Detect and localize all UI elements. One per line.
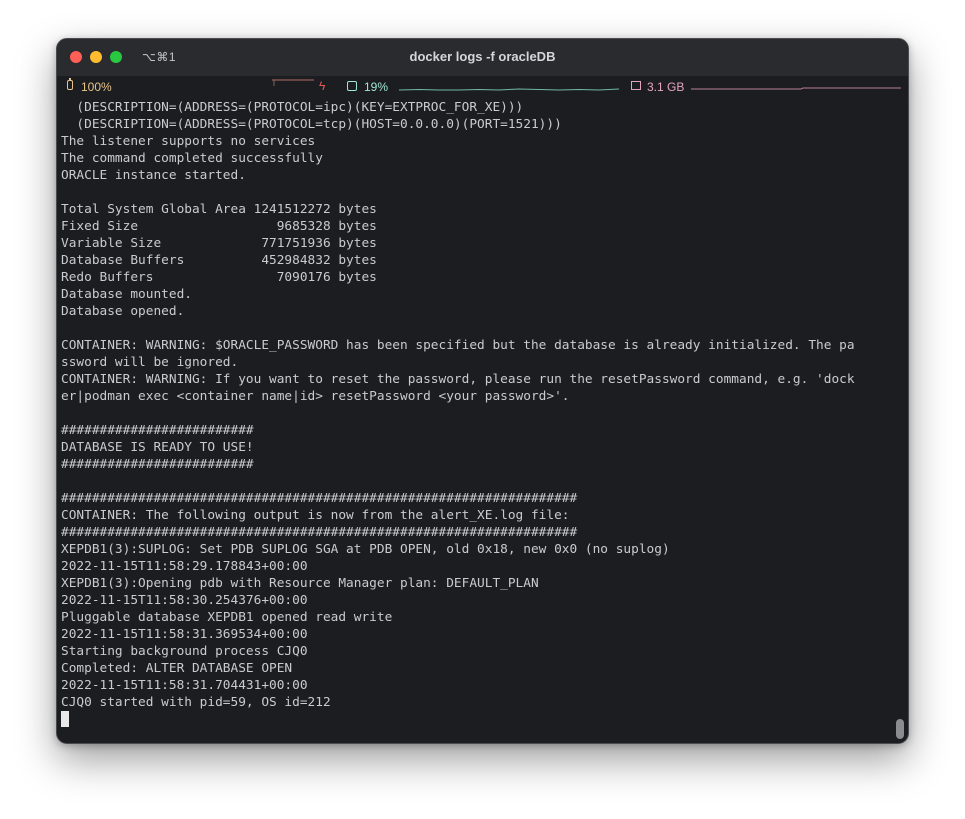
memory-usage: 3.1 GB xyxy=(647,80,685,94)
battery-icon xyxy=(67,78,73,90)
status-bar: 100% ϟ 19% 3.1 GB xyxy=(57,76,908,98)
terminal-line: CONTAINER: WARNING: $ORACLE_PASSWORD has… xyxy=(61,338,855,353)
terminal-line: 2022-11-15T11:58:31.369534+00:00 xyxy=(61,627,308,642)
terminal-line: XEPDB1(3):Opening pdb with Resource Mana… xyxy=(61,576,539,591)
terminal-line: ######################### xyxy=(61,457,254,472)
terminal-line: Fixed Size 9685328 bytes xyxy=(61,219,377,234)
terminal-line: Total System Global Area 1241512272 byte… xyxy=(61,202,377,217)
terminal-line: ssword will be ignored. xyxy=(61,355,239,370)
terminal-line: XEPDB1(3):SUPLOG: Set PDB SUPLOG SGA at … xyxy=(61,542,670,557)
terminal-line: The listener supports no services xyxy=(61,134,316,149)
scrollbar[interactable] xyxy=(896,101,904,741)
cpu-usage: 19% xyxy=(364,80,389,94)
terminal-output[interactable]: (DESCRIPTION=(ADDRESS=(PROTOCOL=ipc)(KEY… xyxy=(61,99,891,739)
terminal-line: Starting background process CJQ0 xyxy=(61,644,308,659)
terminal-line: CONTAINER: The following output is now f… xyxy=(61,508,570,523)
scrollbar-thumb[interactable] xyxy=(896,719,904,739)
terminal-line: er|podman exec <container name|id> reset… xyxy=(61,389,570,404)
battery-sparkline xyxy=(272,79,314,86)
terminal-line: ORACLE instance started. xyxy=(61,168,246,183)
terminal-line: 2022-11-15T11:58:31.704431+00:00 xyxy=(61,678,308,693)
cpu-sparkline xyxy=(399,88,619,91)
terminal-line: 2022-11-15T11:58:30.254376+00:00 xyxy=(61,593,308,608)
terminal-window: ⌥⌘1 docker logs -f oracleDB 100% ϟ 19% 3… xyxy=(56,38,909,744)
terminal-line: ########################################… xyxy=(61,491,578,506)
window-title: docker logs -f oracleDB xyxy=(409,49,556,64)
terminal-log: (DESCRIPTION=(ADDRESS=(PROTOCOL=ipc)(KEY… xyxy=(61,99,891,729)
terminal-line: Database opened. xyxy=(61,304,185,319)
terminal-line: (DESCRIPTION=(ADDRESS=(PROTOCOL=tcp)(HOS… xyxy=(61,117,562,132)
terminal-line: CJQ0 started with pid=59, OS id=212 xyxy=(61,695,331,710)
terminal-line: Pluggable database XEPDB1 opened read wr… xyxy=(61,610,393,625)
terminal-line: CONTAINER: WARNING: If you want to reset… xyxy=(61,372,855,387)
terminal-line: Redo Buffers 7090176 bytes xyxy=(61,270,377,285)
battery-level: 100% xyxy=(81,80,112,94)
memory-icon xyxy=(631,81,641,90)
title-bar[interactable]: ⌥⌘1 docker logs -f oracleDB xyxy=(57,39,908,76)
text-cursor xyxy=(61,711,69,727)
bolt-icon: ϟ xyxy=(319,79,326,93)
terminal-line: Variable Size 771751936 bytes xyxy=(61,236,377,251)
terminal-line: (DESCRIPTION=(ADDRESS=(PROTOCOL=ipc)(KEY… xyxy=(61,100,524,115)
terminal-line: Database mounted. xyxy=(61,287,192,302)
chip-icon xyxy=(347,81,357,91)
terminal-line: 2022-11-15T11:58:29.178843+00:00 xyxy=(61,559,308,574)
terminal-line: ######################### xyxy=(61,423,254,438)
memory-sparkline xyxy=(691,87,901,90)
terminal-line: Database Buffers 452984832 bytes xyxy=(61,253,377,268)
terminal-line: ########################################… xyxy=(61,525,578,540)
terminal-line: DATABASE IS READY TO USE! xyxy=(61,440,254,455)
terminal-line: The command completed successfully xyxy=(61,151,323,166)
terminal-line: Completed: ALTER DATABASE OPEN xyxy=(61,661,293,676)
